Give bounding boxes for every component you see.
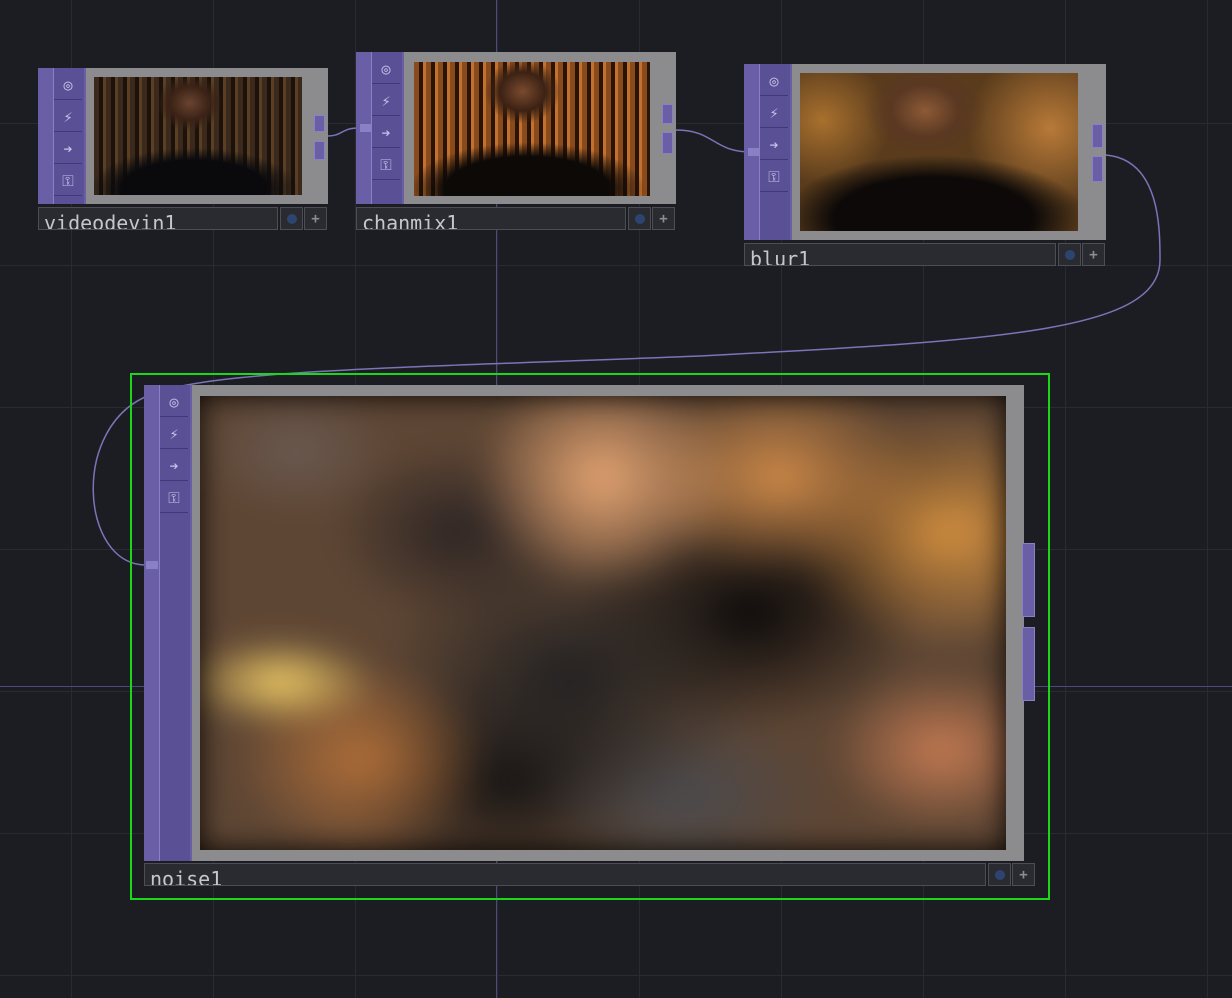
output-connector[interactable] [1022,543,1035,617]
viewer-flag-dot[interactable] [628,207,651,230]
node-preview-image [800,73,1078,231]
node-name-label[interactable]: videodevin1 [38,207,278,230]
output-connector[interactable] [1022,627,1035,701]
node-preview-image [200,396,1006,850]
node-name-label[interactable]: chanmix1 [356,207,626,230]
lock-icon[interactable]: ⚿ [372,151,400,180]
viewer-flag-dot[interactable] [988,863,1011,886]
input-connector[interactable] [748,148,760,156]
wire-videodevin-chanmix[interactable] [327,127,359,137]
node-name-label[interactable]: noise1 [144,863,986,886]
output-connector[interactable] [314,115,325,132]
node-videodevin1[interactable]: ◎ ⚡ ➔ ⚿ videodevin1 + [38,68,328,232]
display-icon[interactable]: ➔ [54,135,82,164]
viewer-icon[interactable]: ◎ [54,71,82,100]
display-icon[interactable]: ➔ [760,131,788,160]
viewer-flag-dot[interactable] [280,207,303,230]
display-icon[interactable]: ➔ [372,119,400,148]
node-noise1[interactable]: ◎ ⚡ ➔ ⚿ noise1 + [144,385,1038,889]
lock-icon[interactable]: ⚿ [54,167,82,196]
output-connector[interactable] [662,132,673,154]
viewer-icon[interactable]: ◎ [160,388,188,417]
display-icon[interactable]: ➔ [160,452,188,481]
wire-chanmix-blur[interactable] [675,129,753,153]
node-blur1[interactable]: ◎ ⚡ ➔ ⚿ blur1 + [744,64,1106,268]
add-flag-button[interactable]: + [1082,243,1105,266]
bypass-icon[interactable]: ⚡ [160,420,188,449]
bypass-icon[interactable]: ⚡ [760,99,788,128]
add-flag-button[interactable]: + [304,207,327,230]
output-connector[interactable] [662,104,673,124]
add-flag-button[interactable]: + [1012,863,1035,886]
node-chanmix1[interactable]: ◎ ⚡ ➔ ⚿ chanmix1 + [356,52,676,232]
bypass-icon[interactable]: ⚡ [54,103,82,132]
lock-icon[interactable]: ⚿ [760,163,788,192]
output-connector[interactable] [1092,156,1103,182]
viewer-icon[interactable]: ◎ [372,55,400,84]
viewer-flag-dot[interactable] [1058,243,1081,266]
lock-icon[interactable]: ⚿ [160,484,188,513]
input-connector[interactable] [360,124,372,132]
output-connector[interactable] [1092,124,1103,148]
viewer-icon[interactable]: ◎ [760,67,788,96]
node-name-label[interactable]: blur1 [744,243,1056,266]
bypass-icon[interactable]: ⚡ [372,87,400,116]
node-preview-image [94,77,302,195]
input-connector[interactable] [146,561,158,569]
add-flag-button[interactable]: + [652,207,675,230]
node-preview-image [414,62,650,196]
output-connector[interactable] [314,141,325,160]
